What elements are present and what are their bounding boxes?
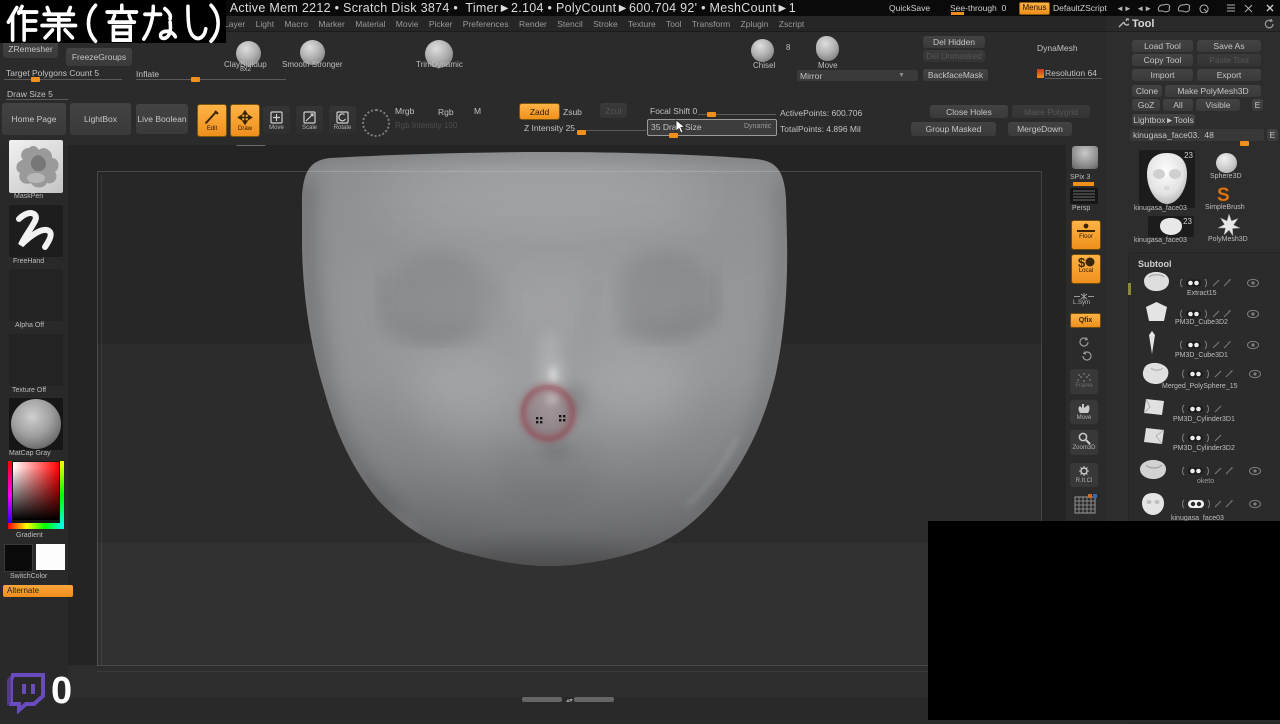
svg-text:S: S [1217, 185, 1230, 204]
svg-text:$: $ [1078, 255, 1086, 269]
